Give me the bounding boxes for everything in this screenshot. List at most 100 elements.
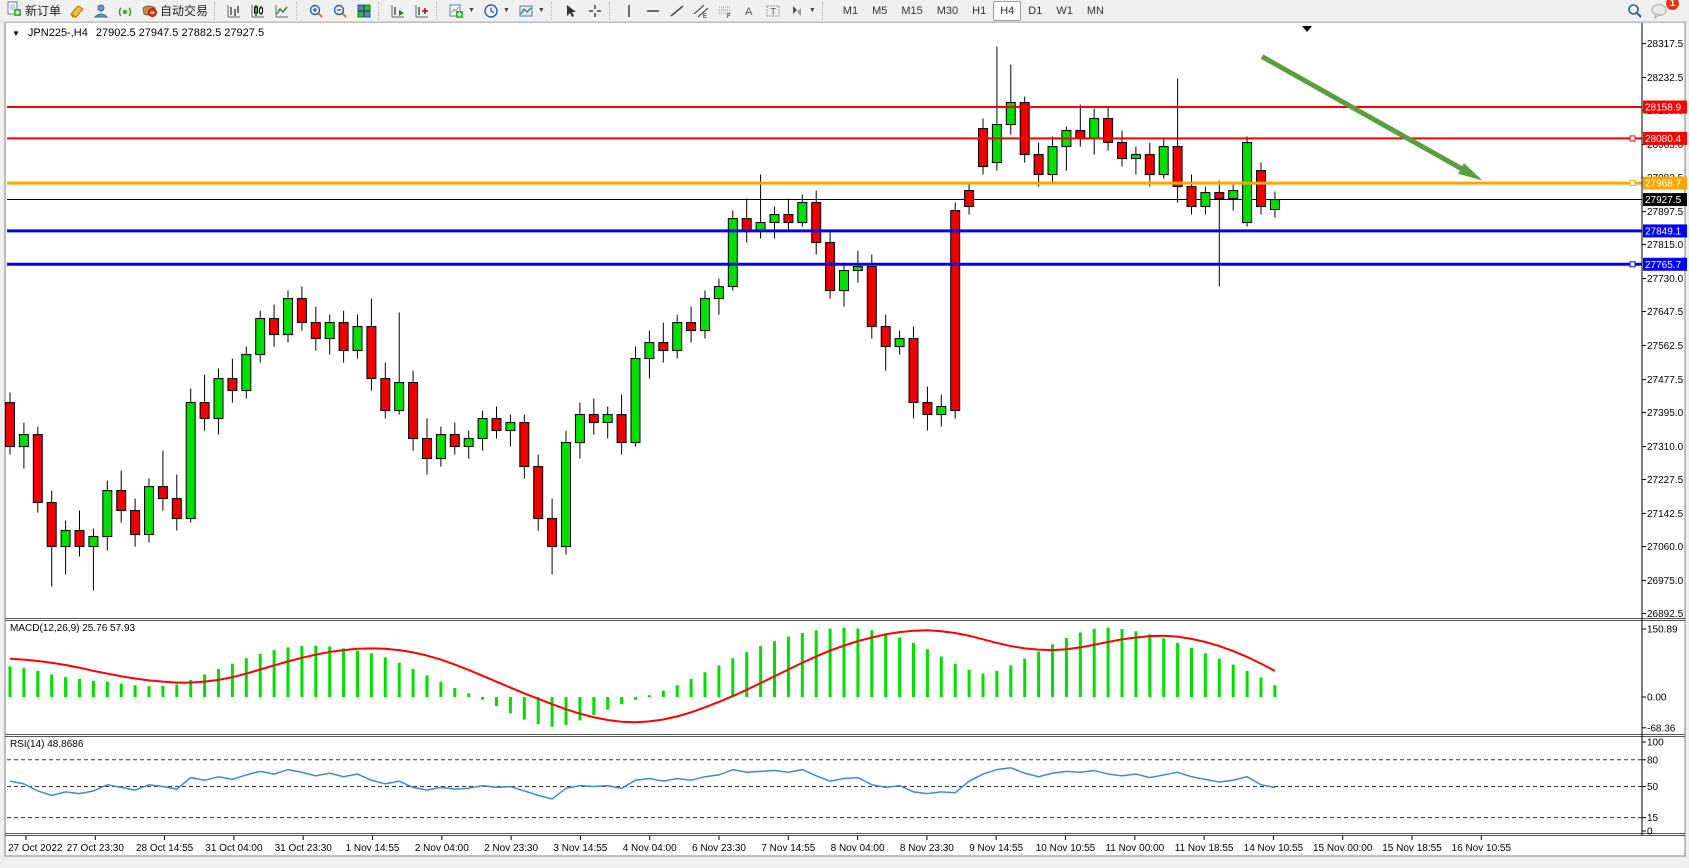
candle-up xyxy=(103,491,112,537)
macd-tick-label: 0.00 xyxy=(1647,693,1667,704)
symbol-dropdown-icon[interactable]: ▼ xyxy=(12,29,20,38)
candle-down xyxy=(534,467,543,519)
arrows-button[interactable]: ▼ xyxy=(785,1,820,21)
price-tick-label: 27060.0 xyxy=(1647,542,1684,553)
candle-up xyxy=(756,223,765,231)
candle-up xyxy=(89,537,98,547)
candle-down xyxy=(311,323,320,339)
candle-up xyxy=(506,423,515,431)
time-tick-label: 31 Oct 23:30 xyxy=(275,843,333,854)
new-order-button[interactable]: 新订单 xyxy=(2,1,65,21)
candle-down xyxy=(1034,155,1043,175)
fibonacci-button[interactable]: F xyxy=(713,1,737,21)
chart-shift-button[interactable] xyxy=(410,1,434,21)
candle-down xyxy=(1215,193,1224,199)
candle-up xyxy=(1131,155,1140,159)
search-button[interactable] xyxy=(1623,1,1647,21)
timeframe-button-w1[interactable]: W1 xyxy=(1049,1,1080,21)
timeframe-button-d1[interactable]: D1 xyxy=(1021,1,1049,21)
candle-down xyxy=(951,211,960,411)
timeframe-button-m1[interactable]: M1 xyxy=(836,1,865,21)
new-chart-button[interactable]: ▼ xyxy=(444,1,479,21)
candle-down xyxy=(131,511,140,535)
community-button[interactable] xyxy=(89,1,113,21)
text-button[interactable]: A xyxy=(737,1,761,21)
templates-button[interactable]: ▼ xyxy=(514,1,549,21)
price-tick-label: 26975.0 xyxy=(1647,576,1684,587)
time-tick-label: 10 Nov 10:55 xyxy=(1036,843,1096,854)
autotrading-button[interactable]: 自动交易 xyxy=(137,1,212,21)
notification-badge: 1 xyxy=(1666,0,1679,10)
line-anchor[interactable] xyxy=(1630,262,1635,267)
price-chart-svg[interactable]: 28317.528232.528150.028065.027982.527897… xyxy=(0,22,1689,863)
candle-up xyxy=(1090,119,1099,139)
rsi-tick-label: 100 xyxy=(1647,738,1664,749)
candle-up xyxy=(1270,200,1279,210)
candle-down xyxy=(117,491,126,511)
candle-down xyxy=(979,129,988,167)
metaeditor-button[interactable] xyxy=(65,1,89,21)
candle-down xyxy=(158,487,167,499)
candle-up xyxy=(214,379,223,419)
timeframe-button-h4[interactable]: H4 xyxy=(993,1,1021,21)
candle-down xyxy=(784,215,793,223)
svg-text:E: E xyxy=(703,14,707,19)
rsi-label: RSI(14) 48.8686 xyxy=(10,739,83,750)
candle-down xyxy=(909,339,918,403)
horizontal-line-button[interactable] xyxy=(641,1,665,21)
candle-up xyxy=(603,415,612,423)
candle-down xyxy=(297,299,306,323)
price-label-27968.7-text: 27968.7 xyxy=(1645,179,1682,190)
equidistant-channel-button[interactable]: E xyxy=(689,1,713,21)
line-chart-button[interactable] xyxy=(270,1,294,21)
current-price-label-text: 27927.5 xyxy=(1645,195,1682,206)
dropdown-caret-icon: ▼ xyxy=(809,7,816,14)
auto-scroll-button[interactable] xyxy=(386,1,410,21)
crosshair-button[interactable] xyxy=(583,1,607,21)
timeframe-button-m15[interactable]: M15 xyxy=(894,1,929,21)
candle-up xyxy=(798,203,807,223)
trendline-button[interactable] xyxy=(665,1,689,21)
price-tick-label: 27647.5 xyxy=(1647,307,1684,318)
time-tick-label: 8 Nov 23:30 xyxy=(900,843,954,854)
candle-up xyxy=(853,267,862,271)
candle-down xyxy=(75,531,84,547)
candle-up xyxy=(631,359,640,443)
price-tick-label: 27310.0 xyxy=(1647,442,1684,453)
signal-button[interactable] xyxy=(113,1,137,21)
chart-window[interactable]: 28317.528232.528150.028065.027982.527897… xyxy=(0,22,1689,863)
notifications-button[interactable]: 1 xyxy=(1647,1,1673,21)
candle-up xyxy=(353,327,362,351)
candle-up xyxy=(145,487,154,535)
timeframe-button-m30[interactable]: M30 xyxy=(930,1,965,21)
zoom-out-button[interactable] xyxy=(328,1,352,21)
time-tick-label: 27 Oct 2022 xyxy=(8,843,63,854)
periods-button[interactable]: ▼ xyxy=(479,1,514,21)
candle-down xyxy=(1187,187,1196,207)
candle-up xyxy=(770,215,779,223)
candle-down xyxy=(1076,131,1085,139)
candle-down xyxy=(200,403,209,419)
macd-tick-label: 150.89 xyxy=(1647,625,1678,636)
vertical-line-button[interactable] xyxy=(617,1,641,21)
timeframe-button-mn[interactable]: MN xyxy=(1080,1,1111,21)
new-order-icon xyxy=(6,1,22,20)
tile-windows-button[interactable] xyxy=(352,1,376,21)
candle-down xyxy=(1257,171,1266,207)
toolbar: 新订单 自动交易 ▼ xyxy=(0,0,1689,22)
timeframe-button-h1[interactable]: H1 xyxy=(965,1,993,21)
candlestick-chart-button[interactable] xyxy=(246,1,270,21)
price-tick-label: 27142.5 xyxy=(1647,509,1684,520)
candle-down xyxy=(172,499,181,519)
timeframe-button-m5[interactable]: M5 xyxy=(865,1,894,21)
line-anchor[interactable] xyxy=(1630,181,1635,186)
candle-up xyxy=(937,407,946,415)
dropdown-caret-icon: ▼ xyxy=(503,7,510,14)
zoom-in-button[interactable] xyxy=(304,1,328,21)
cursor-button[interactable] xyxy=(559,1,583,21)
bar-chart-button[interactable] xyxy=(222,1,246,21)
time-tick-label: 2 Nov 23:30 xyxy=(484,843,538,854)
text-label-button[interactable]: T xyxy=(761,1,785,21)
line-anchor[interactable] xyxy=(1630,136,1635,141)
candle-up xyxy=(673,323,682,351)
